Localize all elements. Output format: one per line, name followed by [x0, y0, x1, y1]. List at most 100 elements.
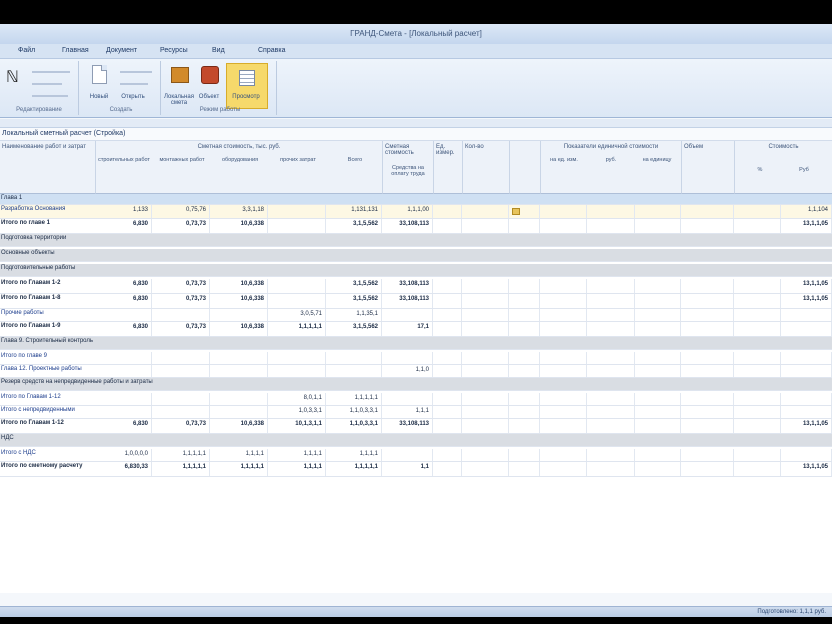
table-cell-empty[interactable]: [463, 393, 509, 405]
table-cell-empty[interactable]: [463, 365, 509, 377]
table-cell[interactable]: [154, 352, 210, 364]
table-cell[interactable]: 1,1,1,00: [383, 205, 433, 218]
table-cell-empty[interactable]: [637, 205, 681, 218]
table-cell[interactable]: [781, 365, 832, 377]
table-cell[interactable]: 1,133: [96, 205, 152, 218]
menu-item-home[interactable]: Главная: [62, 47, 89, 54]
table-cell-empty[interactable]: [637, 419, 681, 433]
table-cell[interactable]: 10,6,338: [212, 322, 268, 336]
table-cell[interactable]: [383, 449, 433, 461]
table-cell[interactable]: 13,1,1,05: [781, 279, 832, 293]
table-cell-empty[interactable]: [434, 393, 462, 405]
table-cell[interactable]: [96, 309, 152, 321]
table-cell-empty[interactable]: [434, 322, 462, 336]
table-cell[interactable]: 6,830,33: [96, 462, 152, 476]
header-name[interactable]: Наименование работ и затрат: [0, 141, 96, 194]
table-cell[interactable]: [328, 352, 382, 364]
table-cell-empty[interactable]: [682, 322, 734, 336]
table-cell-empty[interactable]: [589, 393, 635, 405]
table-cell[interactable]: 6,830: [96, 419, 152, 433]
table-cell[interactable]: 1,1,1,1: [212, 449, 268, 461]
table-cell-empty[interactable]: [735, 309, 781, 321]
estimate-grid[interactable]: Наименование работ и затрат Сметная стои…: [0, 141, 832, 593]
table-cell[interactable]: [781, 309, 832, 321]
table-row[interactable]: Подготовительные работы: [0, 264, 832, 277]
table-cell[interactable]: [96, 406, 152, 418]
table-cell[interactable]: 0,73,73: [154, 419, 210, 433]
table-cell[interactable]: 13,1,1,05: [781, 462, 832, 476]
table-cell[interactable]: 13,1,1,05: [781, 294, 832, 308]
table-cell-empty[interactable]: [434, 205, 462, 218]
table-cell-empty[interactable]: [682, 219, 734, 233]
open-button[interactable]: [120, 71, 152, 73]
table-row[interactable]: Глава 1: [0, 194, 832, 205]
table-cell-empty[interactable]: [735, 449, 781, 461]
table-row[interactable]: Итого по главе 9: [0, 352, 832, 365]
table-cell-empty[interactable]: [735, 219, 781, 233]
header-unit[interactable]: Ед. измер.: [434, 141, 463, 194]
table-cell-empty[interactable]: [682, 205, 734, 218]
table-cell-empty[interactable]: [637, 294, 681, 308]
table-cell-empty[interactable]: [637, 365, 681, 377]
table-cell-empty[interactable]: [541, 309, 587, 321]
table-cell[interactable]: [96, 393, 152, 405]
table-cell[interactable]: 1,1,1,1,1: [154, 462, 210, 476]
table-cell-empty[interactable]: [682, 406, 734, 418]
table-cell-empty[interactable]: [682, 462, 734, 476]
table-cell-empty[interactable]: [637, 449, 681, 461]
table-cell[interactable]: [781, 406, 832, 418]
table-cell[interactable]: 1,1,1: [383, 406, 433, 418]
table-cell[interactable]: 10,6,338: [212, 279, 268, 293]
table-cell[interactable]: 0,73,73: [154, 279, 210, 293]
table-cell[interactable]: 6,830: [96, 294, 152, 308]
table-cell[interactable]: 6,830: [96, 322, 152, 336]
table-cell-empty[interactable]: [735, 419, 781, 433]
table-cell[interactable]: [270, 352, 326, 364]
table-cell[interactable]: 1,1,104: [781, 205, 832, 218]
table-cell[interactable]: 1,1,1,1,1: [328, 462, 382, 476]
table-cell-empty[interactable]: [735, 365, 781, 377]
table-cell[interactable]: 1,1,35,1: [328, 309, 382, 321]
table-cell[interactable]: [212, 352, 268, 364]
table-cell[interactable]: 33,108,113: [383, 419, 433, 433]
table-cell-empty[interactable]: [510, 322, 540, 336]
new-document-button[interactable]: Новый: [86, 63, 112, 100]
table-cell-empty[interactable]: [541, 365, 587, 377]
table-cell-empty[interactable]: [682, 449, 734, 461]
table-cell-empty[interactable]: [637, 219, 681, 233]
preview-button[interactable]: Просмотр: [226, 63, 268, 109]
table-cell[interactable]: 6,830: [96, 219, 152, 233]
table-cell-empty[interactable]: [735, 406, 781, 418]
table-row[interactable]: НДС: [0, 434, 832, 447]
table-cell[interactable]: 1,1: [383, 462, 433, 476]
table-cell-empty[interactable]: [463, 419, 509, 433]
table-cell-empty[interactable]: [510, 449, 540, 461]
table-cell-empty[interactable]: [682, 365, 734, 377]
table-cell-empty[interactable]: [541, 279, 587, 293]
table-cell-empty[interactable]: [541, 406, 587, 418]
table-cell[interactable]: 13,1,1,05: [781, 219, 832, 233]
table-cell[interactable]: [96, 365, 152, 377]
table-cell-empty[interactable]: [637, 406, 681, 418]
table-cell[interactable]: 1,0,0,0,0: [96, 449, 152, 461]
table-cell[interactable]: [212, 365, 268, 377]
table-row[interactable]: Итого по Главам 1-12 8,0,1,1 1,1,1,1,1: [0, 393, 832, 406]
save-button[interactable]: [120, 83, 148, 85]
table-cell-empty[interactable]: [463, 294, 509, 308]
local-estimate-button[interactable]: Локальная смета: [164, 63, 194, 106]
table-cell[interactable]: 17,1: [383, 322, 433, 336]
table-cell[interactable]: [270, 294, 326, 308]
header-total[interactable]: Сметная стоимость Средства на оплату тру…: [383, 141, 434, 194]
table-row[interactable]: Подготовка территории: [0, 234, 832, 247]
table-cell-empty[interactable]: [682, 419, 734, 433]
table-cell-empty[interactable]: [637, 322, 681, 336]
format-button[interactable]: [32, 95, 68, 97]
table-cell-empty[interactable]: [510, 393, 540, 405]
table-cell[interactable]: 8,0,1,1: [270, 393, 326, 405]
table-row[interactable]: Глава 12. Проектные работы 1,1,0: [0, 365, 832, 378]
table-cell[interactable]: 10,6,338: [212, 219, 268, 233]
table-cell-empty[interactable]: [735, 462, 781, 476]
table-cell[interactable]: [154, 309, 210, 321]
table-cell-empty[interactable]: [434, 365, 462, 377]
table-cell-empty[interactable]: [434, 462, 462, 476]
